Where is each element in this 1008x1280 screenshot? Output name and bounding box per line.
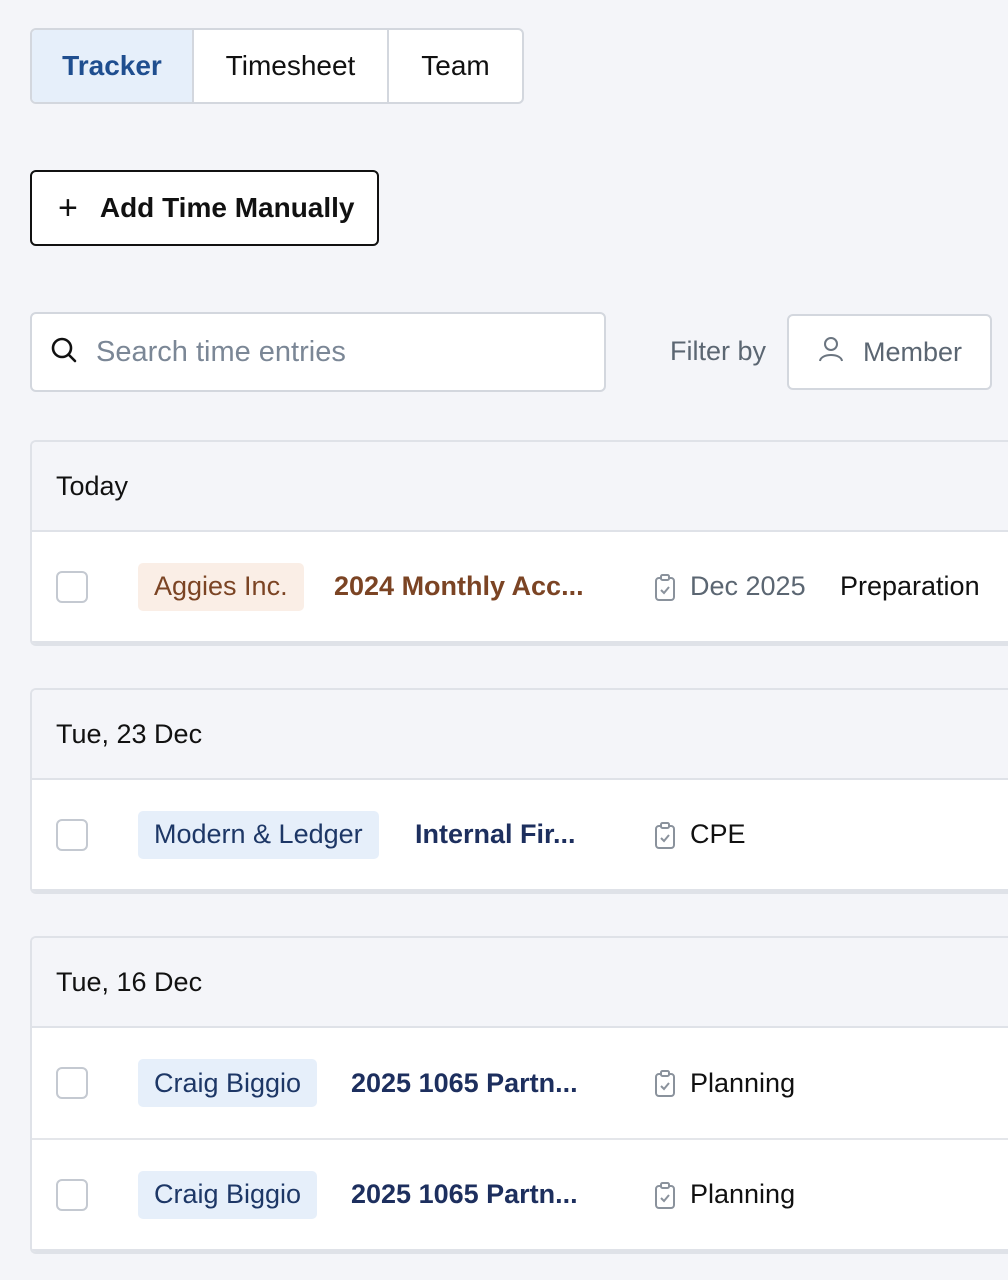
time-entry-row[interactable]: Modern & Ledger Internal Fir... CPE: [32, 780, 1008, 892]
clipboard-icon: [654, 822, 676, 855]
day-group: Today Aggies Inc. 2024 Monthly Acc... De…: [30, 440, 1008, 646]
clipboard-icon: [654, 574, 676, 607]
clipboard-icon: [654, 1070, 676, 1103]
time-entry-row[interactable]: Craig Biggio 2025 1065 Partn... Planning: [32, 1028, 1008, 1140]
member-filter-button[interactable]: Member: [787, 314, 992, 390]
time-entry-row[interactable]: Aggies Inc. 2024 Monthly Acc... Dec 2025…: [32, 532, 1008, 644]
entry-checkbox[interactable]: [56, 570, 88, 603]
day-header: Tue, 23 Dec: [32, 690, 1008, 780]
day-group: Tue, 16 Dec Craig Biggio 2025 1065 Partn…: [30, 936, 1008, 1254]
entry-checkbox[interactable]: [56, 1178, 88, 1211]
plus-icon: +: [58, 189, 78, 227]
client-tag[interactable]: Craig Biggio: [138, 1059, 318, 1107]
project-link[interactable]: Internal Fir...: [415, 819, 576, 850]
add-time-label: Add Time Manually: [99, 192, 355, 223]
day-group: Tue, 23 Dec Modern & Ledger Internal Fir…: [30, 688, 1008, 894]
tab-team[interactable]: Team: [389, 30, 522, 102]
search-box: [30, 312, 606, 392]
client-tag[interactable]: Modern & Ledger: [138, 810, 379, 859]
entry-checkbox[interactable]: [56, 1067, 88, 1099]
view-tabs: Tracker Timesheet Team: [30, 28, 524, 104]
tab-timesheet[interactable]: Timesheet: [194, 30, 389, 102]
task-label: Planning: [690, 1179, 796, 1209]
time-entry-row[interactable]: Craig Biggio 2025 1065 Partn... Planning: [32, 1140, 1008, 1252]
client-tag[interactable]: Aggies Inc.: [138, 562, 304, 611]
clipboard-icon: [654, 1182, 676, 1215]
tab-tracker[interactable]: Tracker: [32, 30, 194, 102]
project-link[interactable]: 2025 1065 Partn...: [351, 1068, 578, 1099]
add-time-manually-button[interactable]: + Add Time Manually: [30, 170, 379, 246]
period-label: Dec 2025: [690, 571, 806, 601]
task-label: Planning: [690, 1067, 796, 1098]
task-label: Preparation: [840, 571, 980, 601]
project-link[interactable]: 2025 1065 Partn...: [351, 1179, 578, 1210]
member-filter-label: Member: [863, 336, 963, 367]
filter-by-label: Filter by: [670, 336, 767, 366]
search-input[interactable]: [96, 335, 566, 369]
search-icon: [50, 336, 78, 369]
day-header: Today: [32, 442, 1008, 532]
entry-checkbox[interactable]: [56, 818, 88, 851]
day-header: Tue, 16 Dec: [32, 938, 1008, 1028]
task-label: CPE: [690, 819, 746, 849]
user-icon: [817, 335, 863, 370]
project-link[interactable]: 2024 Monthly Acc...: [334, 571, 584, 602]
client-tag[interactable]: Craig Biggio: [138, 1170, 318, 1219]
